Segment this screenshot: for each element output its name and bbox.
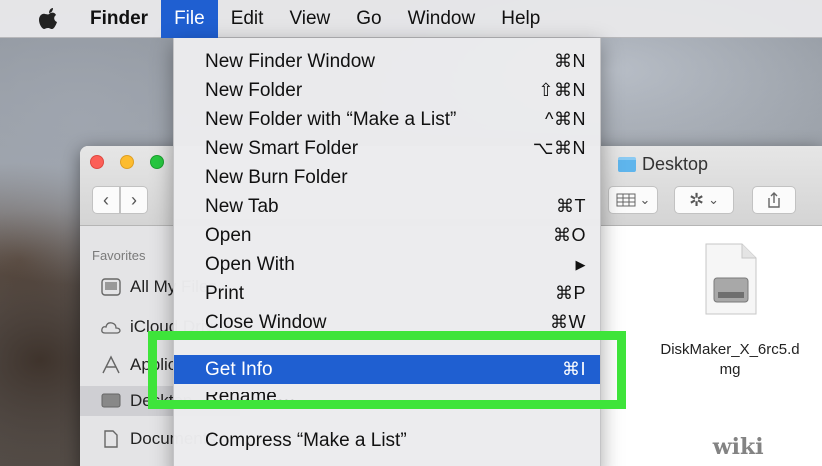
apple-menu[interactable] [36, 6, 62, 32]
folder-icon [618, 157, 636, 172]
applications-icon [102, 355, 120, 374]
menu-item-new-burn-folder[interactable]: New Burn Folder [174, 163, 600, 192]
apple-logo-icon [39, 7, 57, 29]
zoom-window-button[interactable] [150, 155, 164, 169]
chevron-left-icon: ‹ [103, 189, 109, 210]
menu-item-shortcut: ⇧⌘N [538, 80, 586, 100]
menu-item-shortcut: ⌥⌘N [532, 138, 586, 158]
menu-item-shortcut: ⌘P [554, 283, 586, 303]
menu-item-print[interactable]: Print ⌘P [174, 279, 600, 308]
menu-item-label: Print [205, 282, 245, 304]
file-name: DiskMaker_X_6rc5.d mg [660, 340, 799, 380]
minimize-window-button[interactable] [120, 155, 134, 169]
menu-go[interactable]: Go [343, 0, 394, 38]
menu-window[interactable]: Window [395, 0, 489, 38]
menu-help[interactable]: Help [488, 0, 553, 38]
menu-item-label: Open [205, 224, 252, 246]
desktop-icon [101, 393, 121, 408]
gear-icon: ✲ [689, 189, 705, 210]
menu-item-shortcut: ⌘O [552, 225, 586, 245]
menu-item-new-folder[interactable]: New Folder ⇧⌘N [174, 76, 600, 105]
sidebar-heading: Favorites [92, 248, 146, 263]
menu-item-shortcut: ⌘N [554, 51, 586, 71]
menu-item-label: Compress “Make a List” [205, 429, 407, 451]
menu-item-label: New Burn Folder [205, 166, 348, 188]
chevron-down-icon: ⌄ [708, 192, 719, 207]
menu-item-open-with[interactable]: Open With ▶ [174, 250, 600, 279]
disk-image-icon [705, 243, 757, 315]
watermark-part: wiki [712, 434, 764, 460]
menu-edit[interactable]: Edit [218, 0, 277, 38]
menu-item-shortcut: ⌘W [550, 312, 586, 332]
menu-view[interactable]: View [276, 0, 343, 38]
submenu-arrow-icon: ▶ [575, 256, 586, 272]
menu-item-shortcut: ^⌘N [545, 109, 586, 129]
menu-item-label: New Tab [205, 195, 279, 217]
menu-item-new-folder-with-selection[interactable]: New Folder with “Make a List” ^⌘N [174, 105, 600, 134]
all-files-icon [101, 278, 121, 296]
cloud-icon [101, 322, 121, 334]
file-name-line: mg [719, 361, 741, 378]
menu-item-open[interactable]: Open ⌘O [174, 221, 600, 250]
menu-item-shortcut: ⌘T [556, 196, 586, 216]
documents-icon [104, 430, 118, 448]
back-button[interactable]: ‹ [92, 186, 120, 214]
watermark-part: How [763, 434, 818, 460]
forward-button[interactable]: › [120, 186, 148, 214]
file-name-line: DiskMaker_X_6rc5.d [660, 341, 800, 358]
action-menu-button[interactable]: ✲ ⌄ [674, 186, 734, 214]
menu-item-label: Open With [205, 253, 295, 275]
menu-item-label: New Folder with “Make a List” [205, 108, 457, 130]
share-button[interactable] [752, 186, 796, 214]
menu-file[interactable]: File [161, 0, 218, 38]
chevron-right-icon: › [131, 189, 137, 210]
menu-bar: Finder File Edit View Go Window Help [0, 0, 822, 38]
chevron-down-icon: ⌄ [639, 192, 651, 207]
menu-item-compress[interactable]: Compress “Make a List” [174, 426, 600, 455]
menu-item-label: New Smart Folder [205, 137, 359, 159]
view-options-button[interactable]: ⌄ [608, 186, 658, 214]
share-icon [768, 192, 780, 208]
menu-item-new-tab[interactable]: New Tab ⌘T [174, 192, 600, 221]
menu-item-new-smart-folder[interactable]: New Smart Folder ⌥⌘N [174, 134, 600, 163]
close-window-button[interactable] [90, 155, 104, 169]
menu-item-new-finder-window[interactable]: New Finder Window ⌘N [174, 47, 600, 76]
window-title-text: Desktop [642, 154, 709, 174]
menu-item-label: New Folder [205, 79, 303, 101]
window-title: Desktop [618, 154, 708, 175]
icon-view-icon [616, 193, 636, 207]
menu-item-label: New Finder Window [205, 50, 375, 72]
menu-finder[interactable]: Finder [80, 0, 161, 38]
wikihow-watermark: wikiHow [713, 434, 818, 460]
file-item-dmg[interactable]: DiskMaker_X_6rc5.d mg [640, 242, 820, 380]
annotation-highlight-box [148, 331, 626, 409]
